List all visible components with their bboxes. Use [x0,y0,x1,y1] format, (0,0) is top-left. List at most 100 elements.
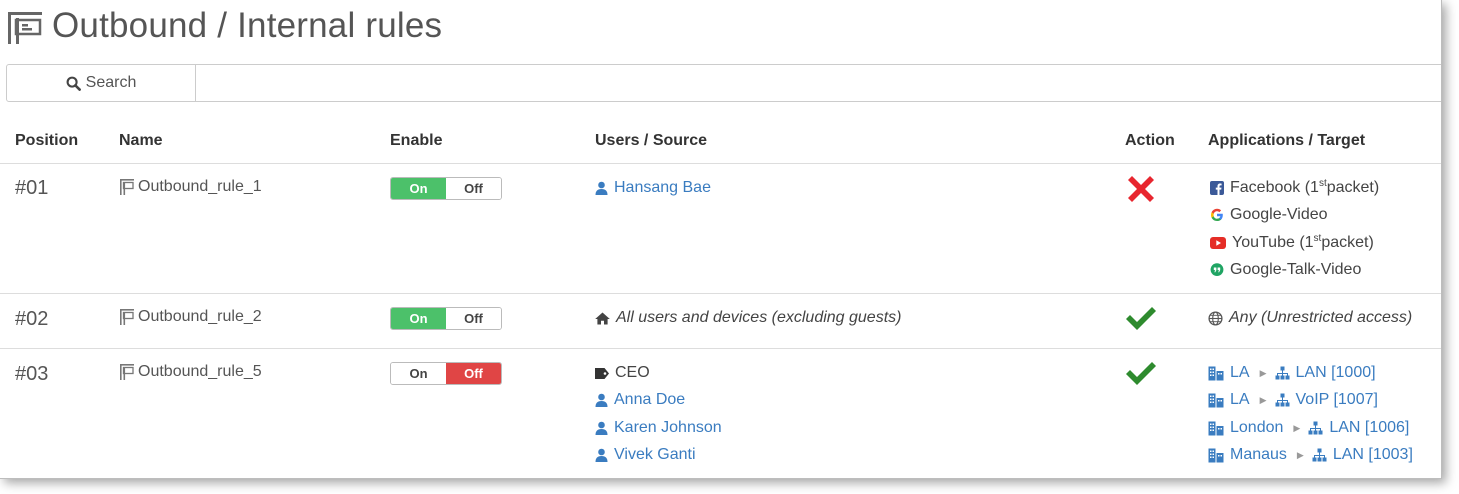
rule-position: #02 [15,308,49,330]
toggle-off[interactable]: Off [446,178,501,199]
app-item: YouTube (1 st packet) [1210,233,1374,253]
toggle-on[interactable]: On [391,363,446,384]
google-icon [1210,208,1224,222]
row-divider [0,348,1441,349]
site-icon [1208,366,1224,381]
app-label-sup: st [1313,232,1322,244]
user-icon [595,421,608,435]
toggle-on[interactable]: On [391,308,446,329]
caret-right-icon: ▶ [1293,422,1301,433]
app-label: Google-Talk-Video [1230,261,1362,278]
target-item: LA ▶ LAN [1000] [1208,363,1376,383]
target-any: Any (Unrestricted access) [1208,308,1412,328]
toggle-on[interactable]: On [391,178,446,199]
network-icon [1308,421,1323,435]
rule-name[interactable]: Outbound_rule_5 [119,363,262,381]
search-button[interactable]: Search [7,65,196,101]
target-network-link[interactable]: LAN [1003] [1333,446,1413,464]
network-icon [1275,393,1290,407]
user-icon [595,393,608,407]
source-user[interactable]: Hansang Bae [595,178,711,198]
target-site-link[interactable]: LA [1230,391,1250,409]
network-icon [1312,448,1327,462]
youtube-icon [1210,237,1226,249]
source-user-label: Hansang Bae [614,179,711,196]
allow-check-icon [1124,304,1158,339]
target-site-link[interactable]: London [1230,419,1283,437]
source-user-label: Vivek Ganti [614,446,696,463]
target-site-link[interactable]: LA [1230,364,1250,382]
header-divider [0,163,1441,164]
target-item: Manaus ▶ LAN [1003] [1208,445,1413,465]
source-user-label: Karen Johnson [614,419,722,436]
row-divider [0,293,1441,294]
app-item: Google-Talk-Video [1210,260,1361,280]
source-user[interactable]: Vivek Ganti [595,445,696,465]
toggle-off[interactable]: Off [446,308,501,329]
target-site-link[interactable]: Manaus [1230,446,1287,464]
enable-toggle[interactable]: On Off [390,362,502,385]
target-any-label: Any (Unrestricted access) [1229,309,1413,326]
target-network-link[interactable]: LAN [1006] [1329,419,1409,437]
app-label: YouTube (1 [1232,234,1314,251]
facebook-icon [1210,181,1224,195]
col-header-action[interactable]: Action [1125,132,1175,150]
deny-icon [1124,172,1158,211]
rule-name-label: Outbound_rule_1 [138,178,262,195]
network-icon [1275,366,1290,380]
globe-icon [1208,310,1223,326]
rule-position: #01 [15,177,49,199]
col-header-enable[interactable]: Enable [390,132,442,150]
caret-right-icon: ▶ [1259,394,1267,405]
app-label-suffix: packet) [1321,234,1374,251]
site-icon [1208,393,1224,408]
site-icon [1208,421,1224,436]
rule-name[interactable]: Outbound_rule_1 [119,178,262,196]
user-icon [595,181,608,195]
source-user-label: Anna Doe [614,391,686,408]
rule-name[interactable]: Outbound_rule_2 [119,308,262,326]
caret-right-icon: ▶ [1296,449,1304,460]
col-header-users-source[interactable]: Users / Source [595,132,707,150]
target-item: LA ▶ VoIP [1007] [1208,390,1378,410]
source-user[interactable]: Anna Doe [595,390,685,410]
allow-check-icon [1124,359,1158,394]
source-user[interactable]: Karen Johnson [595,418,722,438]
enable-toggle[interactable]: On Off [390,307,502,330]
rule-icon [120,309,134,325]
source-all-users-label: All users and devices (excluding guests) [616,309,902,326]
app-label: Facebook (1 [1230,179,1319,196]
rule-name-label: Outbound_rule_5 [138,363,262,380]
caret-right-icon: ▶ [1259,367,1267,378]
col-header-applications-target[interactable]: Applications / Target [1208,132,1365,150]
rule-icon [120,364,134,380]
search-label: Search [85,74,137,91]
page-header: Outbound / Internal rules [6,4,442,48]
toggle-off[interactable]: Off [446,363,501,384]
source-group[interactable]: CEO [595,363,650,383]
rule-position: #03 [15,363,49,385]
page-title: Outbound / Internal rules [52,6,443,45]
target-network-link[interactable]: LAN [1000] [1296,364,1376,382]
source-all-users: All users and devices (excluding guests) [595,308,901,328]
source-group-label: CEO [615,364,650,381]
search-icon [66,76,81,91]
site-icon [1208,448,1224,463]
target-item: London ▶ LAN [1006] [1208,418,1409,438]
rule-name-label: Outbound_rule_2 [138,308,262,325]
rules-icon [6,6,46,46]
col-header-position[interactable]: Position [15,132,78,150]
target-network-link[interactable]: VoIP [1007] [1296,391,1378,409]
col-header-name[interactable]: Name [119,132,163,150]
search-input[interactable] [196,65,1441,101]
rules-panel: Outbound / Internal rules Search Positio… [0,0,1442,479]
app-label-sup: st [1318,177,1327,189]
enable-toggle[interactable]: On Off [390,177,502,200]
app-label-suffix: packet) [1326,179,1380,196]
tag-icon [595,367,609,379]
app-item: Facebook (1 st packet) [1210,178,1379,198]
app-item: Google-Video [1210,205,1328,225]
hangouts-icon [1210,263,1224,277]
search-bar: Search [6,64,1441,102]
home-icon [595,312,610,324]
